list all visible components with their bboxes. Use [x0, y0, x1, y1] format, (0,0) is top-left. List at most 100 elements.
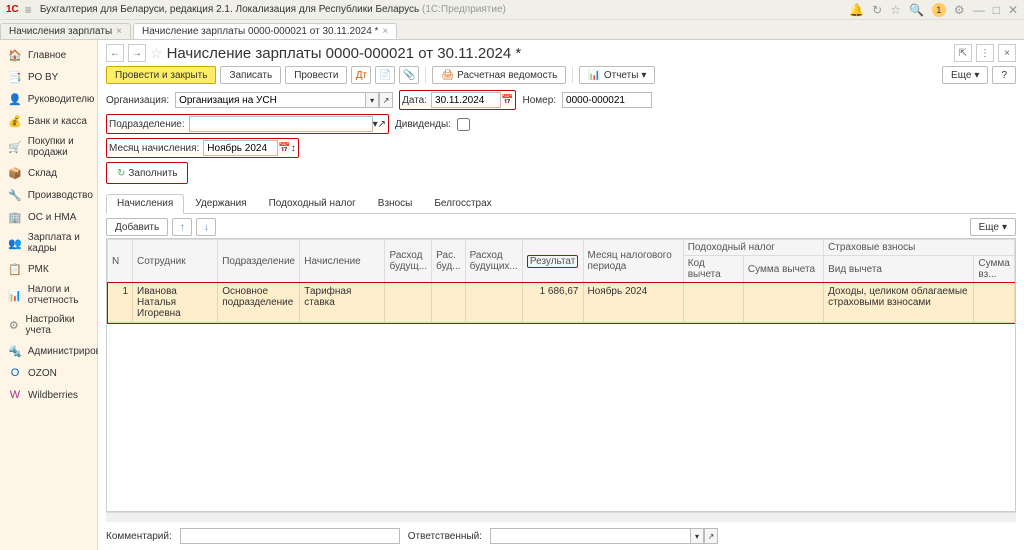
move-down-button[interactable]: ↓ [196, 218, 216, 236]
table-more-button[interactable]: Еще ▾ [970, 218, 1016, 236]
sidebar-item-10[interactable]: 📊Налоги и отчетность [0, 280, 97, 310]
sidebar-item-12[interactable]: 🔩Администрирование [0, 340, 97, 362]
search-icon[interactable]: 🔍 [909, 3, 924, 17]
tab-payroll-doc[interactable]: Начисление зарплаты 0000-000021 от 30.11… [133, 23, 397, 39]
sidebar-item-0[interactable]: 🏠Главное [0, 44, 97, 66]
dropdown-icon[interactable]: ▾ [690, 528, 704, 544]
col-ins-contrib[interactable]: Страховые взносы [824, 240, 1015, 256]
table-row[interactable]: 1 Иванова Наталья Игоревна Основное подр… [108, 283, 1015, 323]
settings-icon[interactable]: ⚙ [954, 3, 965, 17]
stepper-icon[interactable]: ↕ [291, 143, 296, 154]
sidebar-icon: 📊 [8, 288, 22, 302]
col-result[interactable]: Результат [522, 240, 583, 283]
link-icon[interactable]: ⇱ [954, 44, 972, 62]
move-up-button[interactable]: ↑ [172, 218, 192, 236]
col-n[interactable]: N [108, 240, 133, 283]
col-deduct-code[interactable]: Код вычета [683, 256, 743, 283]
horizontal-scrollbar[interactable] [106, 512, 1016, 522]
dropdown-icon[interactable]: ▾ [365, 92, 379, 108]
tab-payroll-list[interactable]: Начисления зарплаты× [0, 23, 131, 39]
calendar-icon[interactable]: 📅 [278, 143, 290, 154]
sidebar-icon: 👥 [8, 236, 22, 250]
number-input[interactable] [562, 92, 652, 108]
sidebar-item-14[interactable]: WWildberries [0, 384, 97, 406]
inner-tab-2[interactable]: Подоходный налог [258, 194, 367, 213]
payroll-sheet-button[interactable]: 🖨Расчетная ведомость [432, 66, 566, 84]
tab-close-icon[interactable]: × [116, 26, 122, 37]
close-icon[interactable]: ✕ [1008, 3, 1018, 17]
reports-button[interactable]: 📊Отчеты ▾ [579, 66, 655, 84]
sidebar-item-13[interactable]: OOZON [0, 362, 97, 384]
back-button[interactable]: ← [106, 44, 124, 62]
kebab-icon[interactable]: ⋮ [976, 44, 994, 62]
comment-label: Комментарий: [106, 531, 172, 542]
post-close-button[interactable]: Провести и закрыть [106, 66, 216, 84]
inner-tab-3[interactable]: Взносы [367, 194, 424, 213]
sidebar-item-7[interactable]: 🏢ОС и НМА [0, 206, 97, 228]
inner-tab-4[interactable]: Белгосстрах [423, 194, 502, 213]
col-dept[interactable]: Подразделение [218, 240, 300, 283]
star-icon[interactable]: ☆ [890, 3, 901, 17]
open-icon[interactable]: ↗ [379, 92, 393, 108]
forward-button[interactable]: → [128, 44, 146, 62]
help-button[interactable]: ? [992, 66, 1016, 84]
history-icon[interactable]: ↻ [872, 3, 882, 17]
col-exp-b[interactable]: Рас. буд... [432, 240, 465, 283]
post-button[interactable]: Провести [285, 66, 347, 84]
sidebar-item-2[interactable]: 👤Руководителю [0, 88, 97, 110]
col-deduct-sum[interactable]: Сумма вычета [743, 256, 823, 283]
more-button[interactable]: Еще ▾ [942, 66, 988, 84]
user-badge[interactable]: 1 [932, 3, 946, 17]
sidebar-icon: 📦 [8, 166, 22, 180]
inner-tab-1[interactable]: Удержания [184, 194, 257, 213]
month-input[interactable] [203, 140, 278, 156]
sidebar-icon: 📋 [8, 262, 22, 276]
date-label: Дата: [402, 95, 427, 106]
minimize-icon[interactable]: — [973, 3, 985, 17]
sidebar-item-9[interactable]: 📋РМК [0, 258, 97, 280]
dividends-checkbox[interactable] [457, 118, 470, 131]
sidebar-icon: 👤 [8, 92, 22, 106]
date-input[interactable] [431, 92, 501, 108]
col-employee[interactable]: Сотрудник [133, 240, 218, 283]
inner-tab-0[interactable]: Начисления [106, 194, 184, 214]
col-exp-future[interactable]: Расход будущ... [385, 240, 432, 283]
sidebar-item-3[interactable]: 💰Банк и касса [0, 110, 97, 132]
sidebar-item-11[interactable]: ⚙Настройки учета [0, 310, 97, 340]
open-icon[interactable]: ↗ [378, 119, 386, 130]
maximize-icon[interactable]: □ [993, 3, 1000, 17]
responsible-input[interactable] [490, 528, 690, 544]
col-deduct-type[interactable]: Вид вычета [824, 256, 974, 283]
calendar-icon[interactable]: 📅 [501, 95, 513, 106]
basis-icon[interactable]: 📄 [375, 66, 395, 84]
sidebar-item-6[interactable]: 🔧Производство [0, 184, 97, 206]
dt-kt-icon[interactable]: Дт [351, 66, 371, 84]
bell-icon[interactable]: 🔔 [849, 3, 864, 17]
tab-close-icon[interactable]: × [382, 26, 388, 37]
document-tabs: Начисления зарплаты× Начисление зарплаты… [0, 20, 1024, 40]
sidebar-item-1[interactable]: 📑РО BY [0, 66, 97, 88]
accruals-table: N Сотрудник Подразделение Начисление Рас… [106, 238, 1016, 512]
sidebar-icon: 🔧 [8, 188, 22, 202]
attach-icon[interactable]: 📎 [399, 66, 419, 84]
fill-button[interactable]: ↻ Заполнить [109, 164, 185, 182]
sidebar-item-8[interactable]: 👥Зарплата и кадры [0, 228, 97, 258]
dept-input[interactable] [189, 116, 373, 132]
favorite-icon[interactable]: ☆ [150, 45, 163, 62]
sidebar-item-4[interactable]: 🛒Покупки и продажи [0, 132, 97, 162]
open-icon[interactable]: ↗ [704, 528, 718, 544]
sidebar-label: Главное [28, 50, 66, 61]
sidebar-item-5[interactable]: 📦Склад [0, 162, 97, 184]
col-accrual[interactable]: Начисление [300, 240, 385, 283]
menu-icon[interactable]: ≡ [25, 3, 32, 17]
col-exp-fut2[interactable]: Расход будущих... [465, 240, 522, 283]
org-input[interactable] [175, 92, 365, 108]
add-button[interactable]: Добавить [106, 218, 168, 236]
comment-input[interactable] [180, 528, 400, 544]
close-icon[interactable]: × [998, 44, 1016, 62]
col-income-tax[interactable]: Подоходный налог [683, 240, 823, 256]
save-button[interactable]: Записать [220, 66, 281, 84]
app-logo: 1С [6, 4, 19, 15]
col-tax-month[interactable]: Месяц налогового периода [583, 240, 683, 283]
col-sum-v[interactable]: Сумма вз... [974, 256, 1015, 283]
